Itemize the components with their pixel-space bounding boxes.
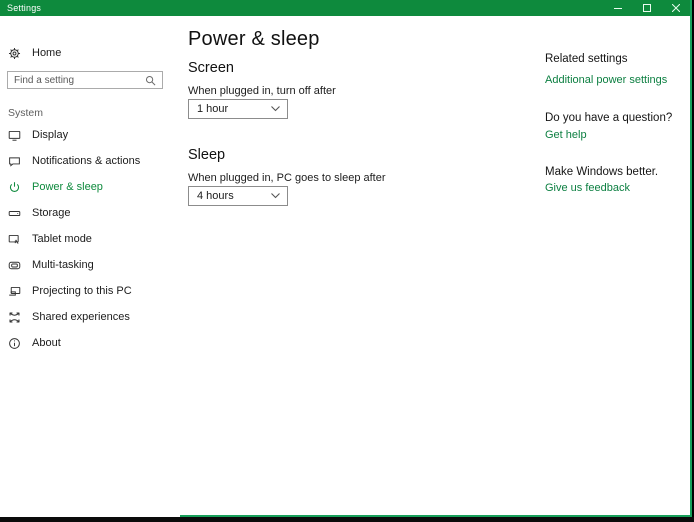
- display-icon: [8, 129, 21, 142]
- related-settings-heading: Related settings: [545, 53, 627, 65]
- give-us-feedback-link[interactable]: Give us feedback: [545, 182, 630, 194]
- gear-icon: [8, 47, 21, 60]
- sidebar-item-tablet-mode[interactable]: Tablet mode: [0, 226, 180, 252]
- sidebar-item-storage[interactable]: Storage: [0, 200, 180, 226]
- sidebar-item-label: Projecting to this PC: [32, 285, 132, 297]
- close-button[interactable]: [661, 0, 690, 16]
- desktop-edge: [0, 517, 694, 522]
- search-input[interactable]: [8, 75, 145, 86]
- sidebar-item-label: Display: [32, 129, 68, 141]
- notifications-icon: [8, 155, 21, 168]
- sleep-dropdown-label: When plugged in, PC goes to sleep after: [188, 172, 386, 184]
- make-windows-better-heading: Make Windows better.: [545, 166, 658, 178]
- screen-timeout-dropdown[interactable]: 1 hour: [188, 99, 288, 119]
- chevron-down-icon: [271, 106, 287, 112]
- sidebar-item-power-sleep[interactable]: Power & sleep: [0, 174, 180, 200]
- shared-experiences-icon: [8, 311, 21, 324]
- storage-icon: [8, 207, 21, 220]
- maximize-icon: [643, 4, 651, 12]
- sleep-heading: Sleep: [188, 147, 225, 163]
- caption-buttons: [603, 0, 690, 16]
- settings-window: Settings: [0, 0, 692, 517]
- screen-dropdown-label: When plugged in, turn off after: [188, 85, 336, 97]
- sidebar-item-label: Power & sleep: [32, 181, 103, 193]
- search-icon[interactable]: [145, 75, 156, 86]
- additional-power-settings-link[interactable]: Additional power settings: [545, 74, 667, 86]
- sidebar-item-label: Storage: [32, 207, 71, 219]
- question-heading: Do you have a question?: [545, 112, 672, 124]
- projecting-icon: [8, 285, 21, 298]
- titlebar: Settings: [0, 0, 690, 16]
- info-icon: [8, 337, 21, 350]
- sidebar-item-home[interactable]: Home: [0, 42, 180, 64]
- maximize-button[interactable]: [632, 0, 661, 16]
- sidebar-item-label: Multi-tasking: [32, 259, 94, 271]
- close-icon: [672, 4, 680, 12]
- sleep-timeout-dropdown[interactable]: 4 hours: [188, 186, 288, 206]
- get-help-link[interactable]: Get help: [545, 129, 587, 141]
- sidebar-item-label: Tablet mode: [32, 233, 92, 245]
- sidebar-item-label: Home: [32, 47, 61, 59]
- tablet-icon: [8, 233, 21, 246]
- window-title: Settings: [0, 3, 603, 13]
- power-icon: [8, 181, 21, 194]
- sidebar-item-multitasking[interactable]: Multi-tasking: [0, 252, 180, 278]
- chevron-down-icon: [271, 193, 287, 199]
- sidebar-section-label: System: [8, 107, 43, 119]
- sidebar-item-label: About: [32, 337, 61, 349]
- search-box: [7, 71, 163, 89]
- sidebar-item-label: Shared experiences: [32, 311, 130, 323]
- minimize-icon: [614, 4, 622, 12]
- sleep-timeout-value: 4 hours: [189, 190, 271, 202]
- sidebar-nav: Display Notifications & actions Power & …: [0, 122, 180, 356]
- screen-heading: Screen: [188, 60, 234, 76]
- page-title: Power & sleep: [188, 28, 320, 51]
- sidebar-item-about[interactable]: About: [0, 330, 180, 356]
- sidebar-item-shared-experiences[interactable]: Shared experiences: [0, 304, 180, 330]
- sidebar-item-display[interactable]: Display: [0, 122, 180, 148]
- sidebar-item-notifications[interactable]: Notifications & actions: [0, 148, 180, 174]
- minimize-button[interactable]: [603, 0, 632, 16]
- sidebar-item-label: Notifications & actions: [32, 155, 140, 167]
- multitasking-icon: [8, 259, 21, 272]
- screen-timeout-value: 1 hour: [189, 103, 271, 115]
- sidebar-item-projecting[interactable]: Projecting to this PC: [0, 278, 180, 304]
- sidebar: Home System Display: [0, 16, 180, 517]
